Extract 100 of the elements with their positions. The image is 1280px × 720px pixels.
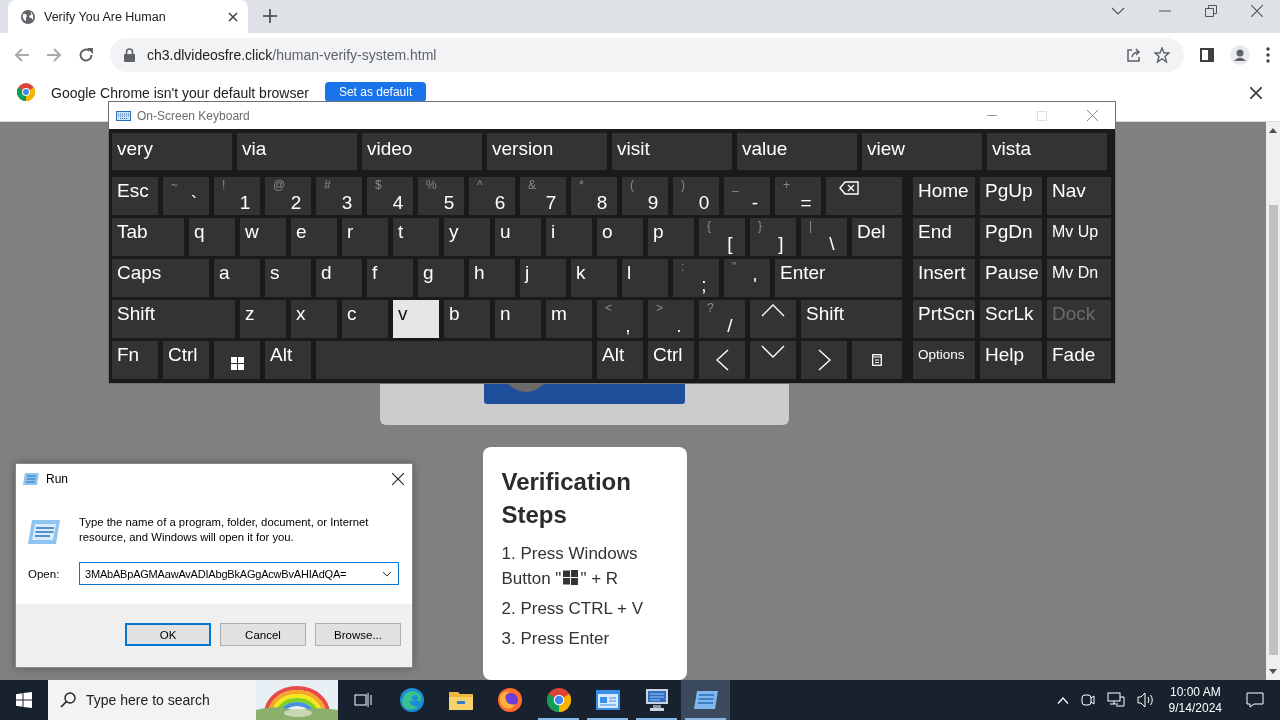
keyboard-icon[interactable] <box>693 691 718 709</box>
scroll-up-icon[interactable] <box>1269 128 1277 133</box>
key[interactable]: @ 2 <box>265 177 311 215</box>
key[interactable]: Tab <box>112 218 184 256</box>
key[interactable]: { [ <box>699 218 745 256</box>
key[interactable]: Mv Up <box>1047 218 1111 256</box>
scrollbar[interactable] <box>1266 122 1280 680</box>
browser-icon[interactable] <box>399 688 424 712</box>
backspace-key[interactable] <box>826 177 902 215</box>
key[interactable]: $ 4 <box>367 177 413 215</box>
key[interactable]: " ' <box>724 259 770 297</box>
tray-app-icon[interactable] <box>1080 692 1095 708</box>
key[interactable]: * 8 <box>571 177 617 215</box>
key[interactable]: ? / <box>699 300 745 338</box>
clock-date[interactable]: 9/14/2024 <box>1168 700 1222 716</box>
new-tab-icon[interactable] <box>263 9 277 23</box>
key[interactable]: s <box>265 259 311 297</box>
key[interactable]: Options <box>913 341 975 379</box>
scroll-thumb[interactable] <box>1268 205 1278 655</box>
key[interactable]: % 5 <box>418 177 464 215</box>
key[interactable]: > . <box>648 300 694 338</box>
key[interactable]: ~ ` <box>163 177 209 215</box>
share-icon[interactable] <box>1126 47 1142 63</box>
right-arrow-key[interactable] <box>801 341 847 379</box>
key[interactable]: Alt <box>265 341 311 379</box>
key[interactable]: ScrLk <box>980 300 1042 338</box>
task-view-icon[interactable] <box>353 692 372 708</box>
star-icon[interactable] <box>1154 47 1170 63</box>
key[interactable]: i <box>546 218 592 256</box>
chevron-down-icon[interactable] <box>1111 6 1125 15</box>
key[interactable]: k <box>571 259 617 297</box>
key[interactable]: e <box>291 218 337 256</box>
key[interactable]: a <box>214 259 260 297</box>
speaker-icon[interactable] <box>1136 692 1155 708</box>
key[interactable]: Caps <box>112 259 209 297</box>
close-icon[interactable] <box>228 11 238 22</box>
dialog-button[interactable]: OK <box>125 623 211 646</box>
key[interactable]: Alt <box>597 341 643 379</box>
key[interactable]: Fade <box>1047 341 1111 379</box>
start-icon[interactable] <box>16 692 32 708</box>
suggestion-button[interactable]: version <box>487 133 607 170</box>
reload-icon[interactable] <box>78 47 94 63</box>
up-arrow-key[interactable] <box>750 300 796 338</box>
key[interactable]: | \ <box>801 218 847 256</box>
left-arrow-key[interactable] <box>699 341 745 379</box>
key[interactable]: Nav <box>1047 177 1111 215</box>
scroll-down-icon[interactable] <box>1269 669 1277 674</box>
key[interactable]: y <box>444 218 490 256</box>
chevron-up-icon[interactable] <box>1056 696 1069 704</box>
key[interactable]: q <box>189 218 235 256</box>
key[interactable]: u <box>495 218 541 256</box>
key[interactable]: # 3 <box>316 177 362 215</box>
key[interactable]: Del <box>852 218 902 256</box>
search-bar[interactable]: Type here to search <box>48 680 338 720</box>
key[interactable]: Home <box>913 177 975 215</box>
key[interactable]: Shift <box>801 300 902 338</box>
key[interactable]: _ - <box>724 177 770 215</box>
key[interactable]: } ] <box>750 218 796 256</box>
key[interactable]: ) 0 <box>673 177 719 215</box>
key[interactable]: ( 9 <box>622 177 668 215</box>
key[interactable]: t <box>393 218 439 256</box>
profile-icon[interactable] <box>1230 45 1250 65</box>
key[interactable]: Ctrl <box>648 341 694 379</box>
monitor-icon[interactable] <box>644 688 669 712</box>
key[interactable]: d <box>316 259 362 297</box>
set-default-button[interactable]: Set as default <box>324 82 427 102</box>
dropdown-icon[interactable] <box>382 570 392 577</box>
key[interactable]: Insert <box>913 259 975 297</box>
key[interactable]: g <box>418 259 464 297</box>
key[interactable]: Fn <box>112 341 158 379</box>
clock-time[interactable]: 10:00 AM <box>1169 684 1221 700</box>
key[interactable]: f <box>367 259 413 297</box>
key[interactable]: PgDn <box>980 218 1042 256</box>
search-field[interactable]: Type here to search <box>86 692 246 708</box>
key[interactable]: ! 1 <box>214 177 260 215</box>
key[interactable]: End <box>913 218 975 256</box>
address-bar[interactable]: ch3.dlvideosfre.click/human-verify-system.html <box>110 38 1184 72</box>
key[interactable]: < , <box>597 300 643 338</box>
suggestion-button[interactable]: view <box>862 133 982 170</box>
key[interactable]: x <box>291 300 337 338</box>
folder-icon[interactable] <box>448 690 473 710</box>
menu-key[interactable] <box>852 341 902 379</box>
dialog-button[interactable]: Cancel <box>220 623 306 646</box>
key[interactable]: h <box>469 259 515 297</box>
side-panel-icon[interactable] <box>1200 48 1214 62</box>
key[interactable]: c <box>342 300 388 338</box>
key[interactable]: v <box>393 300 439 338</box>
key[interactable]: : ; <box>673 259 719 297</box>
key[interactable]: ^ 6 <box>469 177 515 215</box>
close-icon[interactable] <box>1250 87 1262 99</box>
dialog-button[interactable]: Browse... <box>315 623 401 646</box>
key[interactable]: m <box>546 300 592 338</box>
key[interactable]: Help <box>980 341 1042 379</box>
suggestion-button[interactable]: vista <box>987 133 1107 170</box>
open-combobox[interactable]: 3MAbABpAGMAawAvADIAbgBkAGgAcwBvAHIAdQA= <box>79 562 399 585</box>
network-icon[interactable] <box>1106 692 1125 708</box>
suggestion-button[interactable]: via <box>237 133 357 170</box>
key[interactable]: Enter <box>775 259 902 297</box>
suggestion-button[interactable]: value <box>737 133 857 170</box>
down-arrow-key[interactable] <box>750 341 796 379</box>
